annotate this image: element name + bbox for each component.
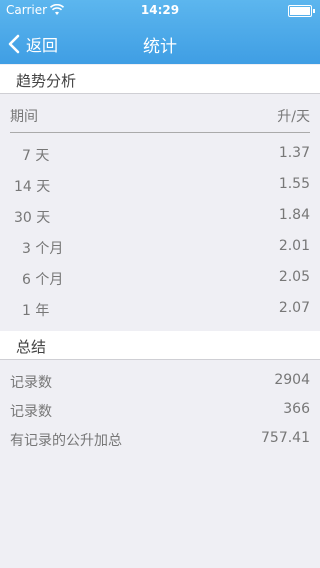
summary-row: 记录数 366: [0, 396, 320, 424]
trend-row: 3 个月 2.01: [0, 232, 320, 262]
trend-period: 3 个月: [22, 241, 64, 257]
summary-row: 有记录的公升加总 757.41: [0, 425, 320, 453]
trend-row: 14 天 1.55: [0, 170, 320, 200]
trend-row: 7 天 1.37: [0, 139, 320, 169]
clock: 14:29: [140, 3, 180, 17]
summary-section-header: 总结: [0, 331, 320, 360]
navigation-bar: Carrier 14:29 返回 统计: [0, 0, 320, 64]
trend-section-header: 趋势分析: [0, 65, 320, 94]
trend-section-title: 趋势分析: [16, 72, 77, 90]
trend-value: 1.37: [278, 145, 310, 161]
summary-value: 757.41: [261, 430, 310, 446]
trend-period: 30 天: [14, 210, 51, 226]
trend-value: 2.07: [278, 300, 310, 316]
trend-row: 1 年 2.07: [0, 294, 320, 324]
trend-value: 1.84: [278, 207, 310, 223]
trend-row: 30 天 1.84: [0, 201, 320, 231]
summary-label: 记录数: [10, 375, 52, 391]
trend-value: 2.05: [278, 269, 310, 285]
summary-value: 366: [283, 401, 310, 417]
trend-period: 6 个月: [22, 272, 64, 288]
summary-row: 记录数 2904: [0, 367, 320, 395]
summary-label: 有记录的公升加总: [10, 433, 122, 449]
page-title: 统计: [143, 37, 177, 57]
unit-column-label: 升/天: [277, 109, 310, 125]
trend-period: 1 年: [22, 303, 50, 319]
summary-section-title: 总结: [16, 338, 47, 356]
trend-period: 14 天: [14, 179, 51, 195]
summary-label: 记录数: [10, 404, 52, 420]
trend-column-header: 期间 升/天: [10, 100, 310, 133]
trend-value: 2.01: [278, 238, 310, 254]
trend-value: 1.55: [278, 176, 310, 192]
status-bar: Carrier 14:29: [0, 0, 320, 20]
summary-value: 2904: [274, 372, 310, 388]
period-column-label: 期间: [10, 109, 38, 125]
trend-period: 7 天: [22, 148, 50, 164]
trend-row: 6 个月 2.05: [0, 263, 320, 293]
battery-icon: [288, 5, 315, 17]
